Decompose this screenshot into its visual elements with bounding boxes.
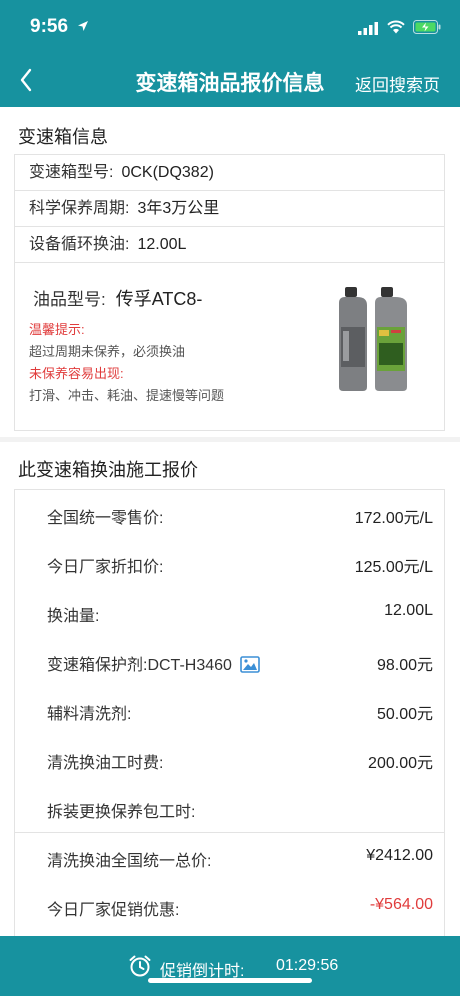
top-bar: 9:56 变速箱油品报价信息 返回搜索页 <box>0 0 460 107</box>
quote-section: 此变速箱换油施工报价 全国统一零售价: 172.00元/L 今日厂家折扣价: 1… <box>0 442 460 936</box>
countdown-footer: 促销倒计时: 01:29:56 <box>0 936 460 996</box>
quote-label: 今日厂家促销优惠: <box>47 902 180 919</box>
quote-label: 今日厂家折扣价: <box>47 559 164 576</box>
home-indicator <box>148 978 312 983</box>
quote-amount: 98.00元 <box>376 657 433 674</box>
info-label: 科学保养周期: <box>29 200 130 217</box>
info-value: 3年3万公里 <box>137 200 220 217</box>
quote-amount: ¥2412.00 <box>366 847 433 864</box>
quote-label: 清洗换油工时费: <box>47 755 164 772</box>
image-icon[interactable] <box>240 656 260 673</box>
warning-title: 未保养容易出现: <box>29 366 124 381</box>
quote-row-protectant: 变速箱保护剂:DCT-H3460 98.00元 <box>15 637 444 686</box>
info-row-oil-volume: 设备循环换油: 12.00L <box>15 227 444 263</box>
tip-text: 超过周期未保养，必须换油 <box>29 344 186 359</box>
quote-amount: 172.00元/L <box>354 510 433 527</box>
cellular-signal-icon <box>358 22 378 35</box>
back-to-search-link[interactable]: 返回搜索页 <box>355 71 440 96</box>
quote-label-text: 变速箱保护剂:DCT-H3460 <box>47 657 232 674</box>
alarm-clock-icon <box>129 955 151 977</box>
info-row-cycle: 科学保养周期: 3年3万公里 <box>15 191 444 227</box>
quote-amount: 125.00元/L <box>354 559 433 576</box>
quote-row-discount-price: 今日厂家折扣价: 125.00元/L <box>15 539 444 588</box>
warning-text: 打滑、冲击、耗油、提速慢等问题 <box>29 388 225 403</box>
quote-label: 换油量: <box>47 608 100 625</box>
section-title: 此变速箱换油施工报价 <box>18 460 198 480</box>
wifi-icon <box>387 20 405 34</box>
quote-label: 辅料清洗剂: <box>47 706 132 723</box>
quote-row-total-price: 清洗换油全国统一总价: ¥2412.00 <box>15 833 444 882</box>
tip-title: 温馨提示: <box>29 322 85 337</box>
countdown-time: 01:29:56 <box>276 957 339 974</box>
location-arrow-icon <box>78 21 88 31</box>
oil-model: 油品型号: 传孚ATC8- <box>33 285 202 311</box>
oil-bottles-image <box>339 287 407 391</box>
section-title: 变速箱信息 <box>18 127 108 147</box>
quote-row-retail-price: 全国统一零售价: 172.00元/L <box>15 490 444 539</box>
status-time: 9:56 <box>30 16 69 37</box>
quote-amount: 200.00元 <box>368 755 433 772</box>
quote-amount: -¥564.00 <box>369 896 433 913</box>
gearbox-info-section: 变速箱信息 变速箱型号: 0CK(DQ382) 科学保养周期: 3年3万公里 设备循… <box>0 107 460 437</box>
quote-row-promo-discount: 今日厂家促销优惠: -¥564.00 <box>15 882 444 931</box>
status-bar: 9:56 <box>0 0 460 56</box>
gearbox-info-card: 变速箱型号: 0CK(DQ382) 科学保养周期: 3年3万公里 设备循环换油: 12… <box>14 154 445 431</box>
quote-amount: 12.00L <box>384 602 433 619</box>
quote-amount: 50.00元 <box>376 706 433 723</box>
oil-model-value: 传孚ATC8- <box>115 289 203 309</box>
oil-product-block: 油品型号: 传孚ATC8- 温馨提示: 超过周期未保养，必须换油 未保养容易出现:… <box>15 263 444 431</box>
oil-model-label: 油品型号: <box>33 290 106 309</box>
info-label: 设备循环换油: <box>29 236 130 253</box>
quote-label: 变速箱保护剂:DCT-H3460 <box>47 651 260 675</box>
quote-card: 全国统一零售价: 172.00元/L 今日厂家折扣价: 125.00元/L 换油… <box>14 489 445 936</box>
quote-row-cleaning-agent: 辅料清洗剂: 50.00元 <box>15 686 444 735</box>
info-label: 变速箱型号: <box>29 164 114 181</box>
info-value: 0CK(DQ382) <box>121 164 214 181</box>
quote-label: 拆装更换保养包工时: <box>47 804 196 821</box>
battery-charging-icon <box>413 20 441 34</box>
quote-row-package-labor: 拆装更换保养包工时: <box>15 784 444 833</box>
quote-row-oil-volume: 换油量: 12.00L <box>15 588 444 637</box>
quote-label: 清洗换油全国统一总价: <box>47 853 212 870</box>
info-row-model: 变速箱型号: 0CK(DQ382) <box>15 155 444 191</box>
quote-label: 全国统一零售价: <box>47 510 164 527</box>
info-value: 12.00L <box>137 236 187 253</box>
quote-row-labor-fee: 清洗换油工时费: 200.00元 <box>15 735 444 784</box>
